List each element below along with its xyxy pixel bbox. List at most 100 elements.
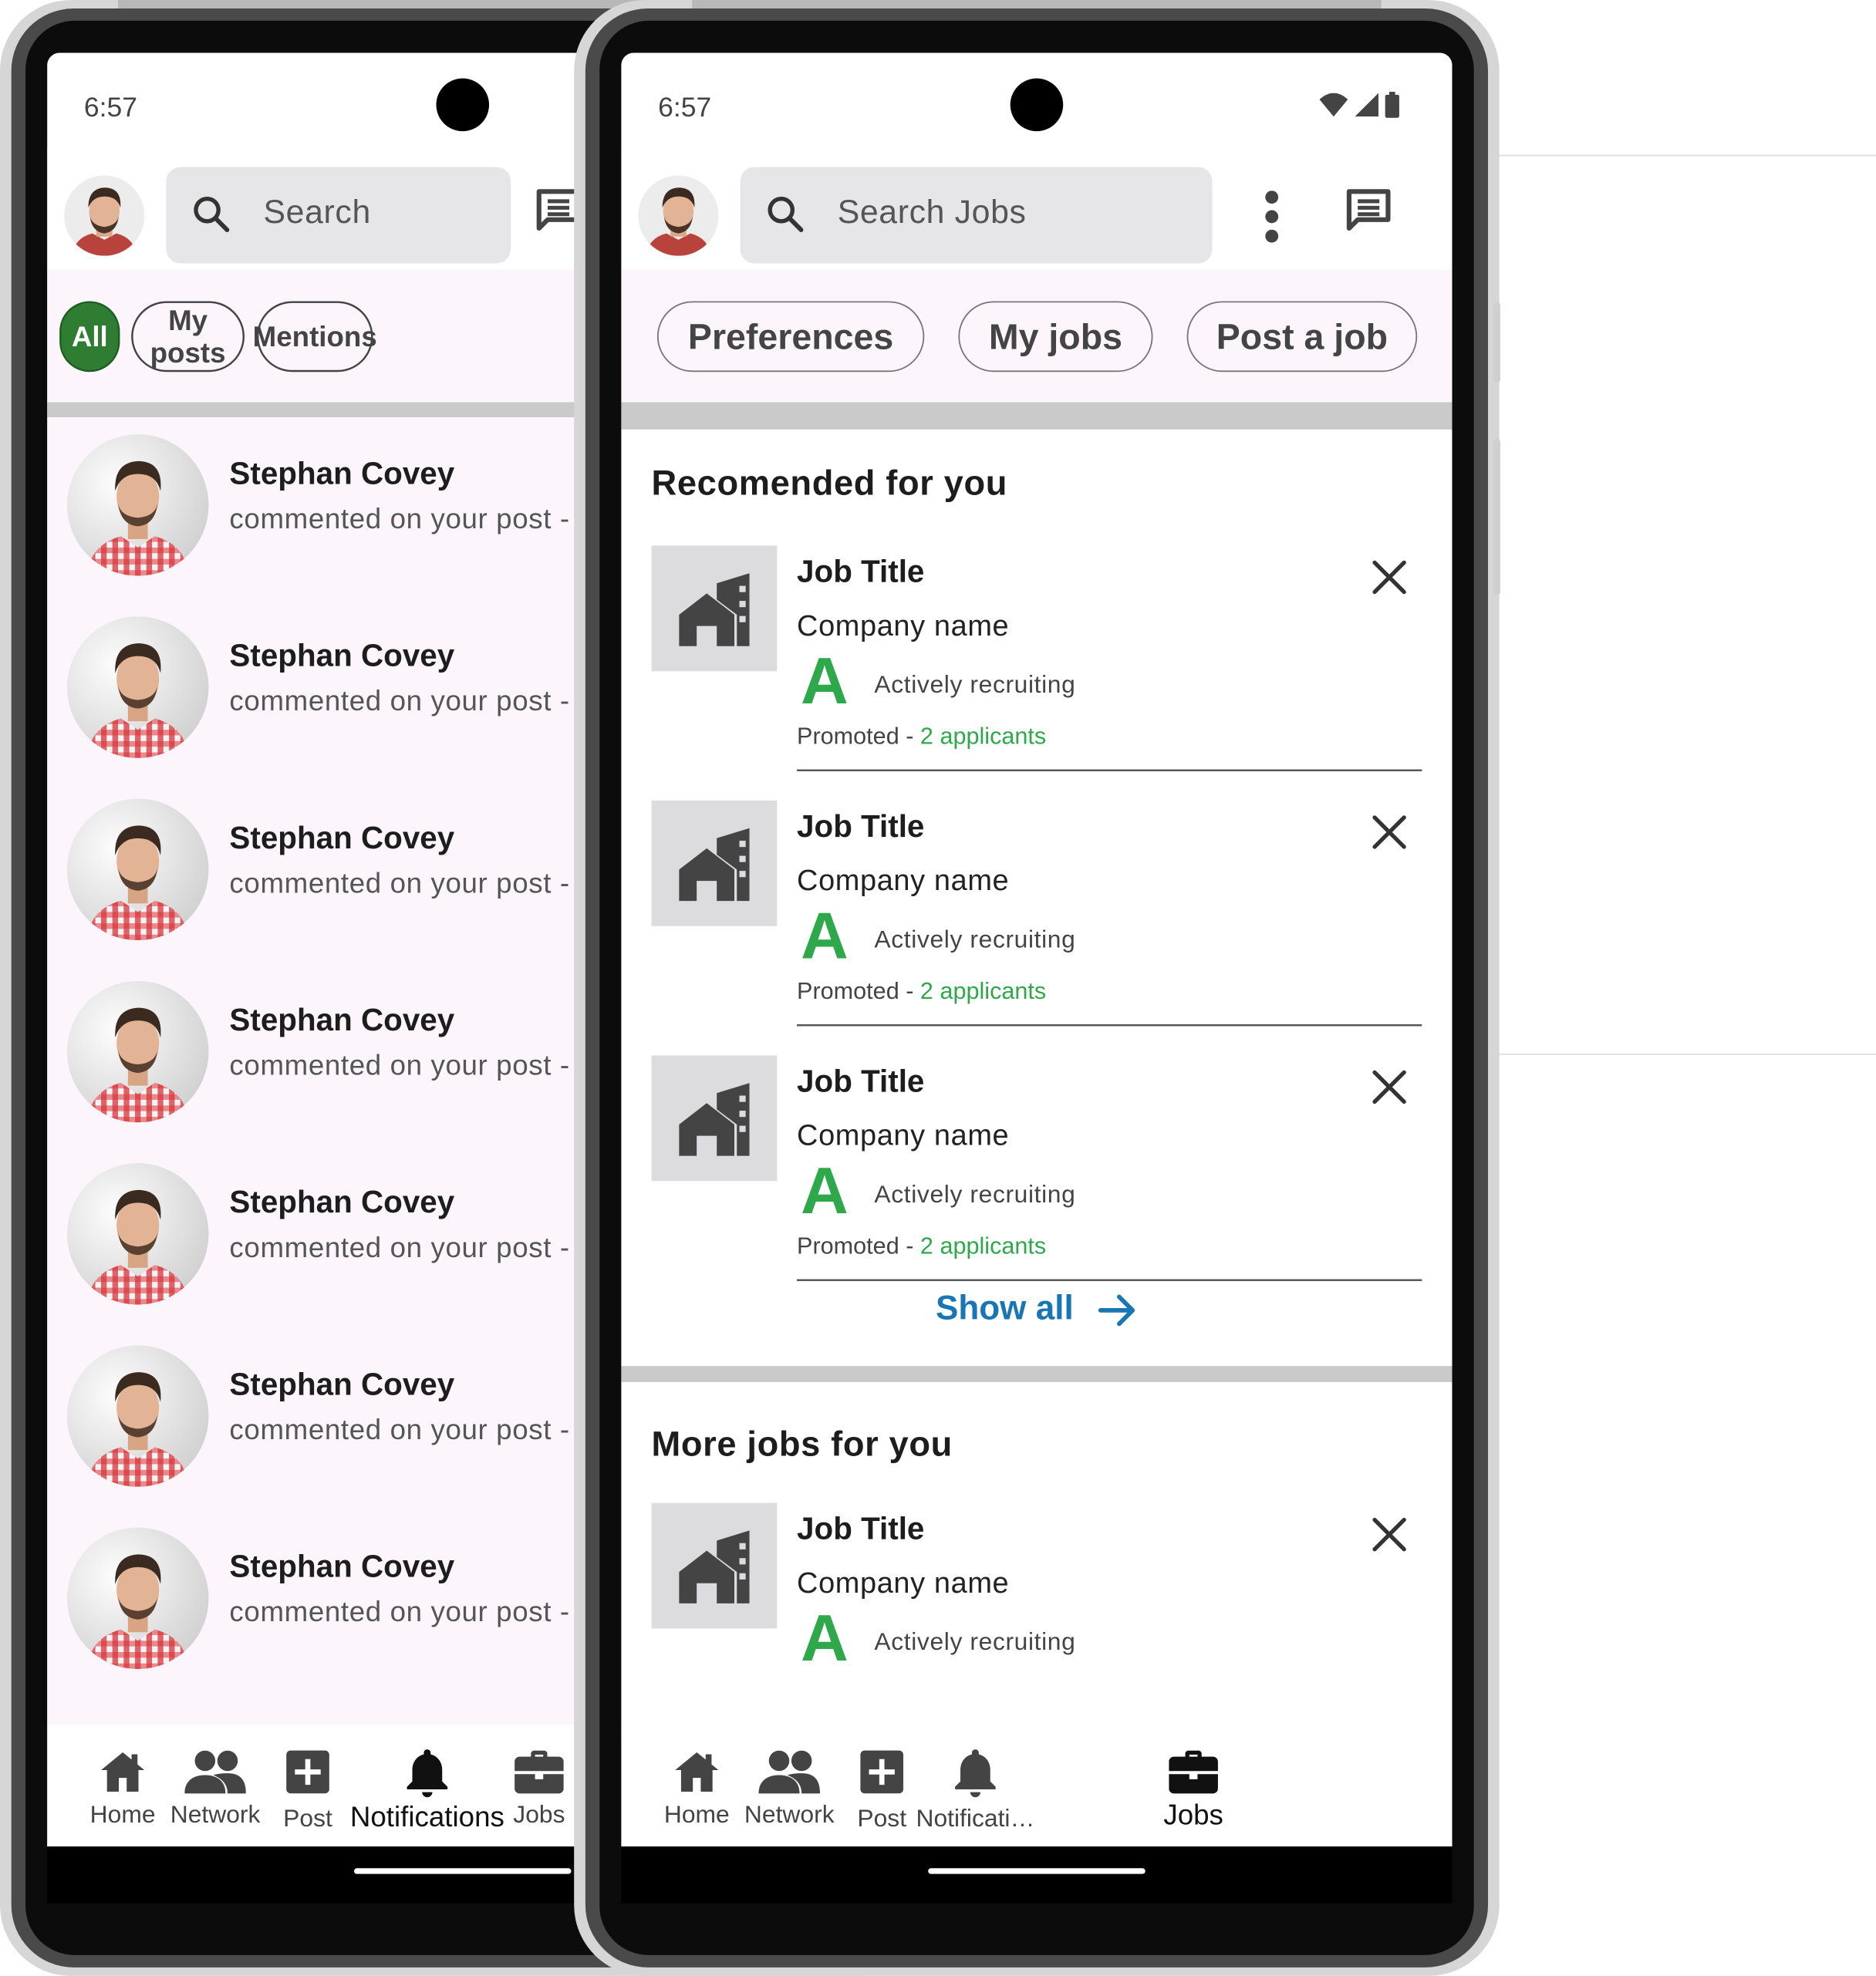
chip-preferences[interactable]: Preferences <box>656 301 925 373</box>
jobs-chips: Preferences My jobs Post a job <box>621 270 1453 403</box>
job-card[interactable]: Job Title Company name A Actively recruitin… <box>621 784 1452 1038</box>
commenter-name: Stephan Covey <box>229 1548 455 1584</box>
job-card[interactable]: Job Title Company name A Actively recruitin… <box>621 528 1452 783</box>
commenter-avatar[interactable] <box>66 798 209 941</box>
search-placeholder: Search <box>263 193 371 231</box>
company-logo <box>651 545 778 672</box>
commenter-name: Stephan Covey <box>229 455 455 491</box>
phone-jobs: 6:57 Search Jobs Preferences My jobs Pos… <box>574 0 1500 1976</box>
add-box-icon <box>859 1748 906 1798</box>
close-icon[interactable] <box>1371 559 1408 596</box>
search-bar[interactable]: Search Jobs <box>740 167 1213 264</box>
search-icon <box>194 196 230 232</box>
company-name: Company name <box>797 1119 1010 1152</box>
canvas: 6:57 Search All My posts Mentions Stepha… <box>0 0 1876 1976</box>
building-icon <box>679 828 750 902</box>
status-time: 6:57 <box>658 92 712 123</box>
applicants-count: 2 applicants <box>919 722 1047 750</box>
nav-item-jobs[interactable]: Jobs <box>1118 1725 1269 1846</box>
chip-post-a-job[interactable]: Post a job <box>1186 301 1418 373</box>
commenter-name: Stephan Covey <box>229 1002 455 1037</box>
close-icon[interactable] <box>1371 1069 1408 1106</box>
avatar-portrait <box>66 1345 209 1487</box>
messages-icon[interactable] <box>1343 185 1395 237</box>
commenter-avatar[interactable] <box>66 1345 209 1487</box>
recruiting-status: Actively recruiting <box>874 1627 1076 1656</box>
promoted-label: Promoted - <box>797 977 920 1004</box>
avatar-portrait <box>64 175 145 256</box>
recruiting-status: Actively recruiting <box>874 1180 1076 1209</box>
close-icon[interactable] <box>1371 814 1408 851</box>
home-gesture-pill[interactable] <box>354 1868 572 1874</box>
nav-label: Notificati… <box>916 1804 1035 1833</box>
recruiting-badge-icon: A <box>800 898 849 973</box>
signal-icon <box>1355 93 1379 117</box>
wifi-icon <box>1319 93 1348 117</box>
nav-label: Jobs <box>1163 1799 1223 1831</box>
battery-icon <box>1385 92 1399 118</box>
power-button <box>1493 302 1500 383</box>
bottom-navigation: Home Network Post Notificati… Jobs <box>621 1725 1453 1847</box>
job-card[interactable]: Job Title Company name A Actively recruitin… <box>621 1486 1452 1741</box>
building-icon <box>679 573 750 646</box>
avatar-portrait <box>66 1527 209 1670</box>
avatar-portrait <box>66 980 209 1123</box>
profile-avatar[interactable] <box>64 175 145 256</box>
recruiting-status: Actively recruiting <box>874 670 1076 699</box>
show-all-link[interactable]: Show all <box>621 1289 1452 1330</box>
company-logo <box>651 800 778 926</box>
applicants-count: 2 applicants <box>919 977 1047 1004</box>
recruiting-badge-icon: A <box>800 643 849 718</box>
company-name: Company name <box>797 864 1010 897</box>
commenter-avatar[interactable] <box>66 1527 209 1670</box>
applicants-count: 2 applicants <box>919 1232 1047 1259</box>
building-icon <box>679 1083 750 1156</box>
front-camera <box>436 78 490 132</box>
commenter-avatar[interactable] <box>66 434 209 576</box>
job-title: Job Title <box>797 808 925 844</box>
recommended-title: Recomended for you <box>651 463 1008 503</box>
company-logo <box>651 1502 778 1629</box>
commenter-name: Stephan Covey <box>229 1184 455 1219</box>
arrow-forward-icon <box>1098 1294 1135 1327</box>
front-camera <box>1010 78 1064 132</box>
briefcase-icon <box>1169 1748 1218 1796</box>
search-bar[interactable]: Search <box>166 167 511 264</box>
chip-my-posts[interactable]: My posts <box>131 301 245 373</box>
more-vert-icon[interactable] <box>1262 191 1280 243</box>
commenter-avatar[interactable] <box>66 980 209 1123</box>
commenter-name: Stephan Covey <box>229 1366 455 1402</box>
job-card[interactable]: Job Title Company name A Actively recruitin… <box>621 1038 1452 1293</box>
status-bar: 6:57 <box>621 53 1452 147</box>
card-divider <box>797 1279 1422 1281</box>
add-box-icon <box>284 1748 331 1798</box>
more-jobs-title: More jobs for you <box>651 1424 953 1464</box>
home-gesture-pill[interactable] <box>928 1868 1146 1874</box>
promoted-label: Promoted - <box>797 722 920 750</box>
recruiting-status: Actively recruiting <box>874 926 1076 953</box>
commenter-avatar[interactable] <box>66 616 209 758</box>
job-title: Job Title <box>797 1063 925 1099</box>
bell-icon <box>406 1748 449 1800</box>
promoted-line: Promoted - 2 applicants <box>797 977 1046 1004</box>
commenter-avatar[interactable] <box>66 1162 209 1305</box>
status-time: 6:57 <box>83 92 138 123</box>
chip-all[interactable]: All <box>59 301 120 373</box>
card-divider <box>797 769 1422 772</box>
nav-item-notificati[interactable]: Notificati… <box>899 1725 1051 1846</box>
recruiting-badge-icon: A <box>800 1153 849 1228</box>
promoted-line: Promoted - 2 applicants <box>797 1232 1046 1259</box>
close-icon[interactable] <box>1371 1516 1408 1553</box>
promoted-label: Promoted - <box>797 1232 920 1259</box>
profile-avatar[interactable] <box>638 175 719 256</box>
bell-icon <box>953 1748 997 1800</box>
avatar-portrait <box>66 434 209 576</box>
company-logo <box>651 1055 778 1182</box>
promoted-line: Promoted - 2 applicants <box>797 722 1046 749</box>
section-divider <box>621 1366 1453 1382</box>
job-title: Job Title <box>797 1511 925 1546</box>
chip-mentions[interactable]: Mentions <box>253 301 377 373</box>
company-name: Company name <box>797 1566 1010 1600</box>
chip-my-jobs[interactable]: My jobs <box>958 301 1153 373</box>
status-icons <box>1319 92 1399 118</box>
